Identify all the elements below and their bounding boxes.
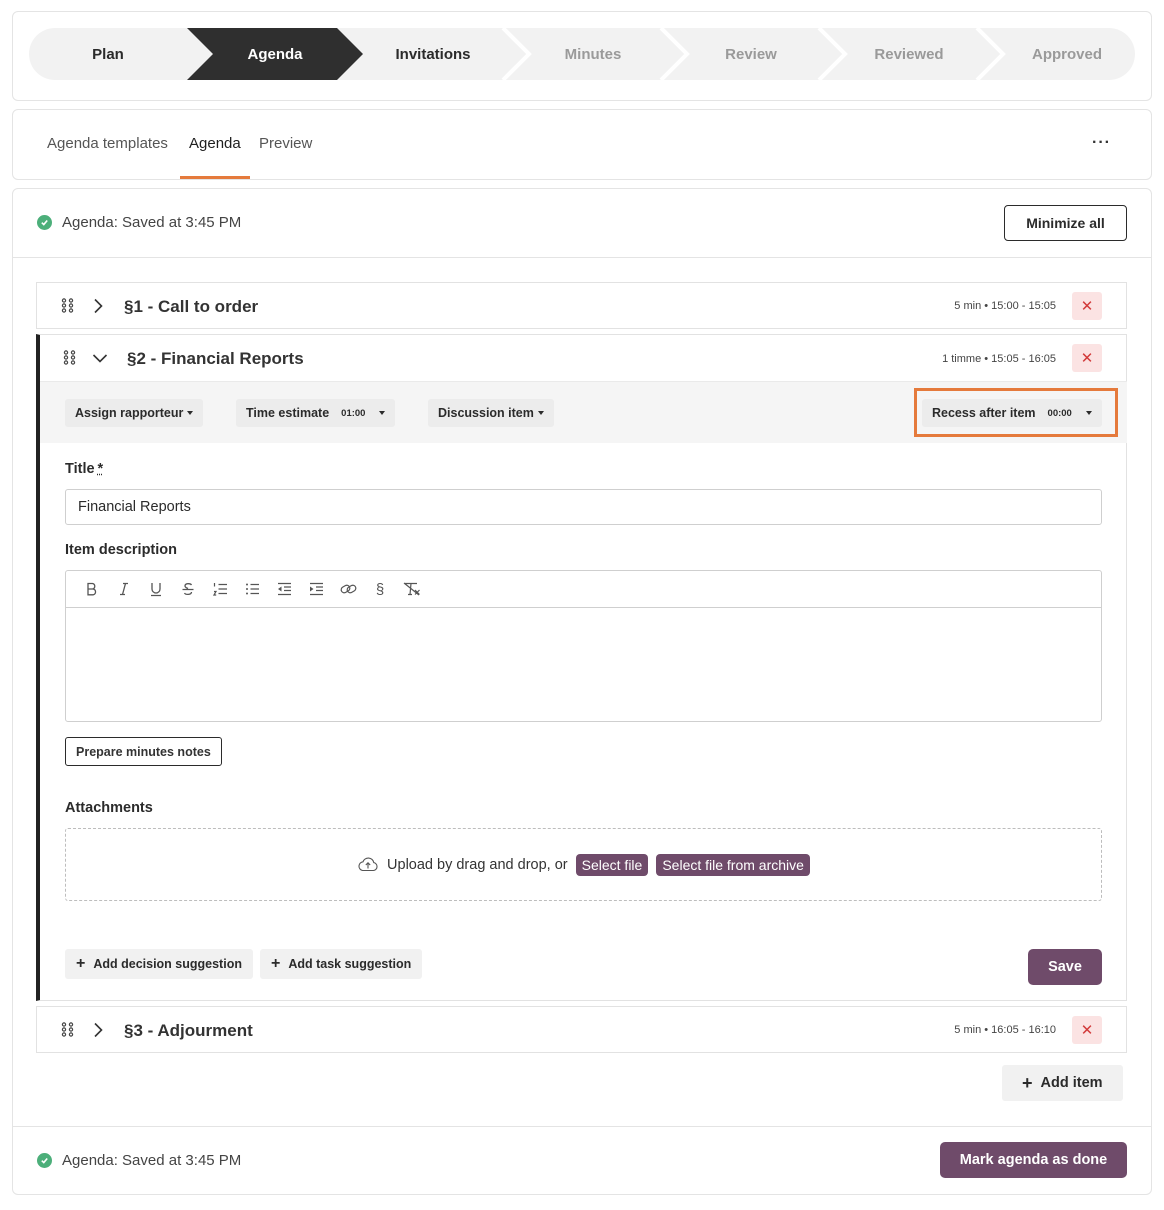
step-invitations[interactable]: Invitations bbox=[363, 28, 503, 80]
agenda-editor-card: Agenda: Saved at 3:45 PM Minimize all §1… bbox=[12, 188, 1152, 1195]
divider bbox=[13, 257, 1151, 258]
ordered-list-icon[interactable] bbox=[204, 577, 236, 601]
strikethrough-icon[interactable] bbox=[172, 577, 204, 601]
divider bbox=[13, 1126, 1151, 1127]
plus-icon: + bbox=[1022, 1072, 1033, 1093]
tabs-card: Agenda templates Agenda Preview ··· bbox=[12, 109, 1152, 180]
drag-handle-icon[interactable] bbox=[61, 1022, 74, 1037]
agenda-item-time: 5 min • 15:00 - 15:05 bbox=[954, 300, 1056, 312]
caret-down-icon bbox=[1085, 411, 1092, 415]
attachments-label: Attachments bbox=[65, 800, 153, 816]
tab-agenda[interactable]: Agenda bbox=[189, 135, 241, 152]
time-estimate-value: 01:00 bbox=[341, 407, 366, 419]
title-label: Title * bbox=[65, 461, 104, 477]
drag-handle-icon[interactable] bbox=[61, 298, 74, 313]
step-minutes[interactable]: Minutes bbox=[525, 28, 661, 80]
delete-item-button[interactable]: ✕ bbox=[1072, 1016, 1102, 1044]
add-decision-suggestion-button[interactable]: + Add decision suggestion bbox=[65, 949, 253, 979]
agenda-item-title[interactable]: §3 - Adjourment bbox=[124, 1021, 253, 1041]
required-marker: * bbox=[97, 461, 104, 477]
step-reviewed[interactable]: Reviewed bbox=[841, 28, 977, 80]
caret-down-icon bbox=[537, 411, 544, 415]
title-input[interactable] bbox=[65, 489, 1102, 525]
delete-item-button[interactable]: ✕ bbox=[1072, 292, 1102, 320]
time-estimate-dropdown[interactable]: Time estimate 01:00 bbox=[236, 399, 396, 427]
step-plan[interactable]: Plan bbox=[29, 28, 187, 80]
save-button[interactable]: Save bbox=[1028, 949, 1102, 985]
chevron-down-icon[interactable] bbox=[92, 353, 108, 363]
add-item-button[interactable]: + Add item bbox=[1002, 1065, 1123, 1101]
agenda-item-time: 1 timme • 15:05 - 16:05 bbox=[942, 353, 1056, 365]
cloud-upload-icon bbox=[358, 857, 378, 872]
tab-agenda-templates[interactable]: Agenda templates bbox=[47, 135, 168, 152]
workflow-stepper-card: Plan Agenda Invitations Minutes Review R… bbox=[12, 11, 1152, 101]
outdent-icon[interactable] bbox=[268, 577, 300, 601]
upload-instructions: Upload by drag and drop, or bbox=[387, 856, 568, 873]
prepare-minutes-notes-button[interactable]: Prepare minutes notes bbox=[65, 737, 222, 766]
italic-icon[interactable] bbox=[108, 577, 140, 601]
add-task-suggestion-button[interactable]: + Add task suggestion bbox=[260, 949, 423, 979]
bold-icon[interactable] bbox=[76, 577, 108, 601]
active-tab-indicator bbox=[180, 176, 250, 179]
caret-down-icon bbox=[187, 411, 194, 415]
select-file-button[interactable]: Select file bbox=[575, 853, 649, 876]
link-icon[interactable] bbox=[332, 577, 364, 601]
rich-text-editor: § bbox=[65, 570, 1102, 722]
save-status-text: Agenda: Saved at 3:45 PM bbox=[62, 1152, 242, 1169]
item-options-bar: Assign rapporteur Time estimate 01:00 Di… bbox=[40, 381, 1127, 443]
plus-icon: + bbox=[76, 955, 86, 972]
caret-down-icon bbox=[379, 411, 386, 415]
more-options-button[interactable]: ··· bbox=[1092, 134, 1111, 152]
editor-toolbar: § bbox=[66, 571, 1101, 608]
agenda-item-2: §2 - Financial Reports 1 timme • 15:05 -… bbox=[36, 334, 1127, 1001]
tab-preview[interactable]: Preview bbox=[259, 135, 312, 152]
plus-icon: + bbox=[271, 955, 281, 972]
section-icon[interactable]: § bbox=[364, 577, 396, 601]
attachment-dropzone[interactable]: Upload by drag and drop, or Select file … bbox=[65, 828, 1102, 901]
save-status-text: Agenda: Saved at 3:45 PM bbox=[62, 214, 242, 231]
chevron-right-icon[interactable] bbox=[93, 298, 103, 314]
agenda-item-3: §3 - Adjourment 5 min • 16:05 - 16:10 ✕ bbox=[36, 1006, 1127, 1053]
bullet-list-icon[interactable] bbox=[236, 577, 268, 601]
step-agenda[interactable]: Agenda bbox=[207, 28, 343, 80]
agenda-item-1: §1 - Call to order 5 min • 15:00 - 15:05… bbox=[36, 282, 1127, 329]
recess-after-item-dropdown[interactable]: Recess after item 00:00 bbox=[922, 399, 1102, 427]
workflow-stepper: Plan Agenda Invitations Minutes Review R… bbox=[29, 28, 1135, 80]
recess-value: 00:00 bbox=[1047, 407, 1072, 419]
chevron-right-icon[interactable] bbox=[93, 1022, 103, 1038]
description-label: Item description bbox=[65, 542, 177, 558]
assign-rapporteur-dropdown[interactable]: Assign rapporteur bbox=[65, 399, 204, 427]
agenda-item-title[interactable]: §1 - Call to order bbox=[124, 297, 258, 317]
save-status: Agenda: Saved at 3:45 PM bbox=[37, 214, 241, 231]
mark-agenda-done-button[interactable]: Mark agenda as done bbox=[940, 1142, 1127, 1178]
minimize-all-button[interactable]: Minimize all bbox=[1004, 205, 1127, 241]
drag-handle-icon[interactable] bbox=[63, 350, 76, 365]
indent-icon[interactable] bbox=[300, 577, 332, 601]
clear-format-icon[interactable] bbox=[396, 577, 428, 601]
agenda-item-title[interactable]: §2 - Financial Reports bbox=[127, 349, 304, 369]
editor-content-area[interactable] bbox=[66, 608, 1101, 721]
delete-item-button[interactable]: ✕ bbox=[1072, 344, 1102, 372]
underline-icon[interactable] bbox=[140, 577, 172, 601]
check-circle-icon bbox=[37, 215, 52, 230]
step-approved[interactable]: Approved bbox=[999, 28, 1135, 80]
step-review[interactable]: Review bbox=[683, 28, 819, 80]
discussion-item-dropdown[interactable]: Discussion item bbox=[428, 399, 554, 427]
select-file-from-archive-button[interactable]: Select file from archive bbox=[656, 853, 810, 876]
agenda-item-time: 5 min • 16:05 - 16:10 bbox=[954, 1024, 1056, 1036]
footer-save-status: Agenda: Saved at 3:45 PM bbox=[37, 1152, 241, 1169]
check-circle-icon bbox=[37, 1153, 52, 1168]
